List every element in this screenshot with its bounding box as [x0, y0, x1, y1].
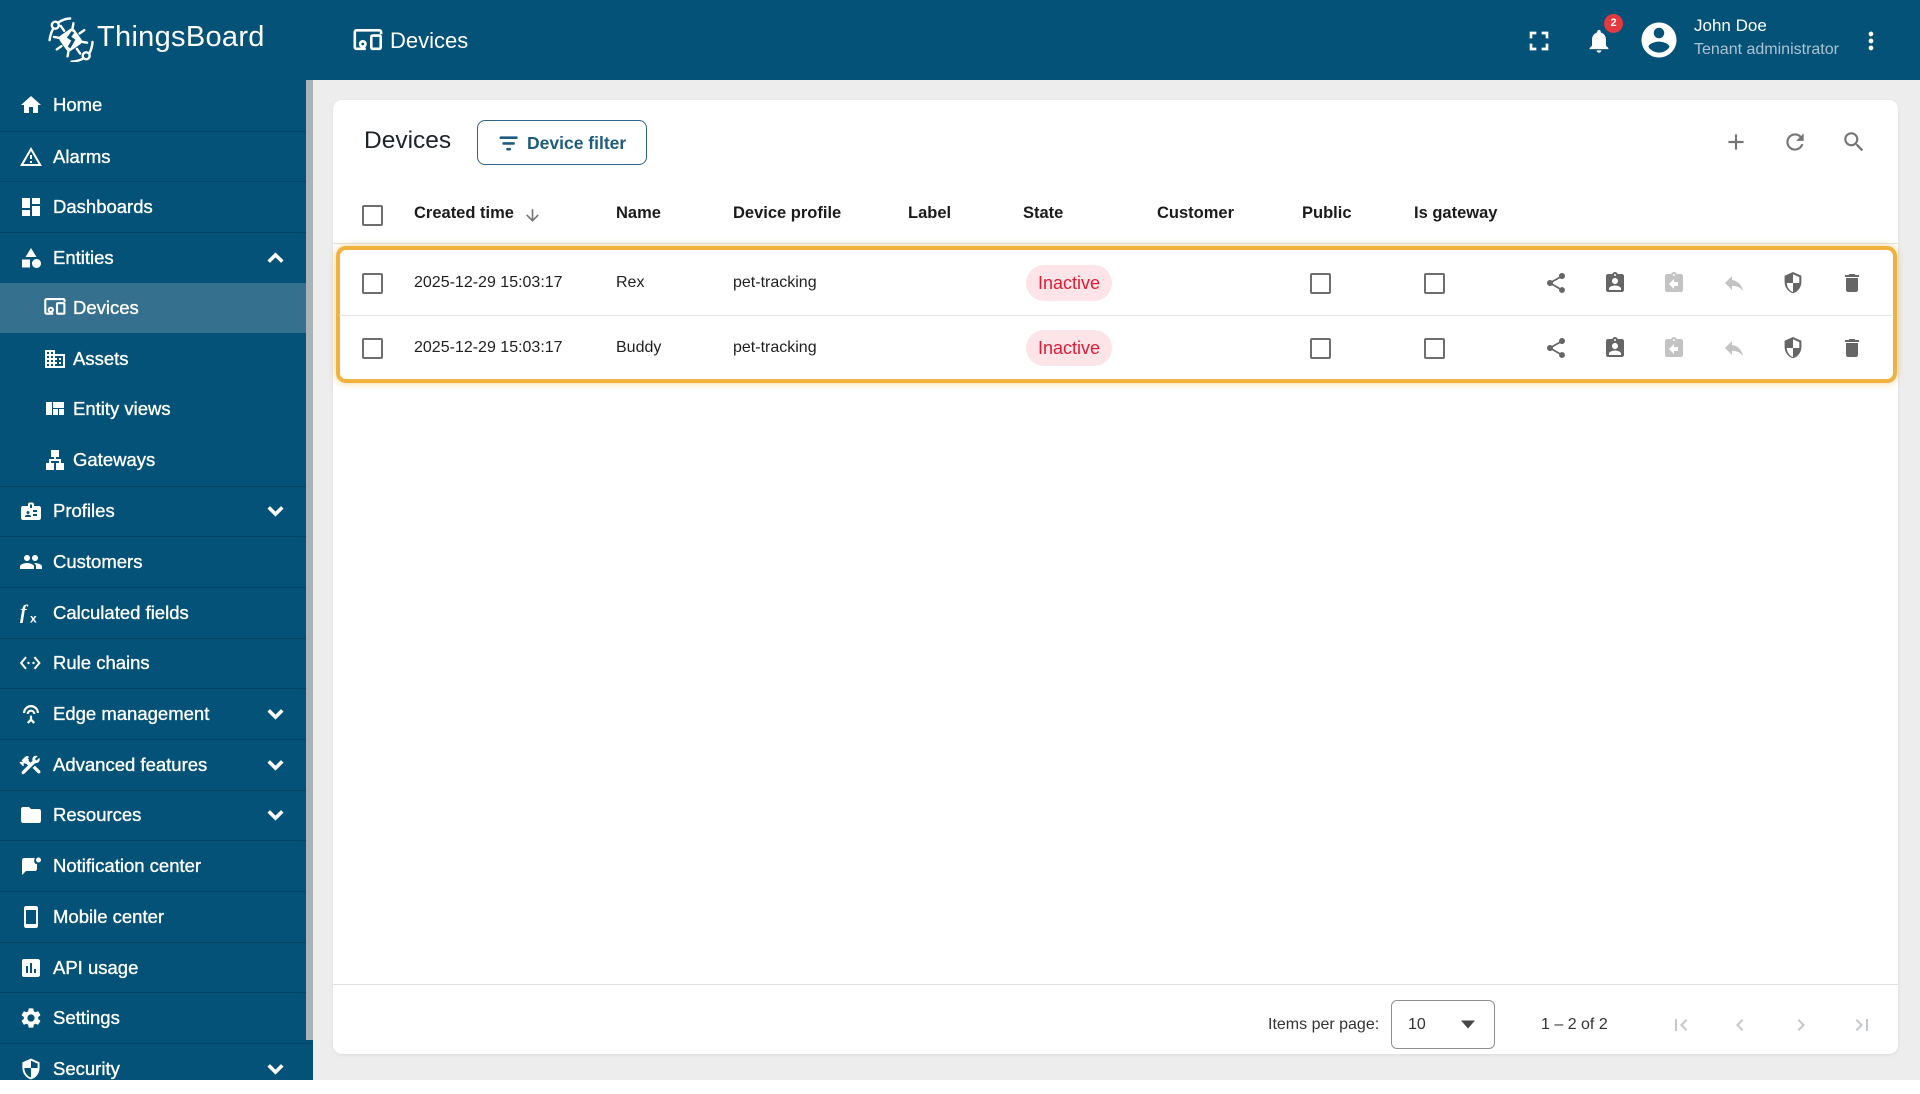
svg-text:f: f [20, 601, 29, 623]
svg-text:x: x [30, 611, 37, 625]
